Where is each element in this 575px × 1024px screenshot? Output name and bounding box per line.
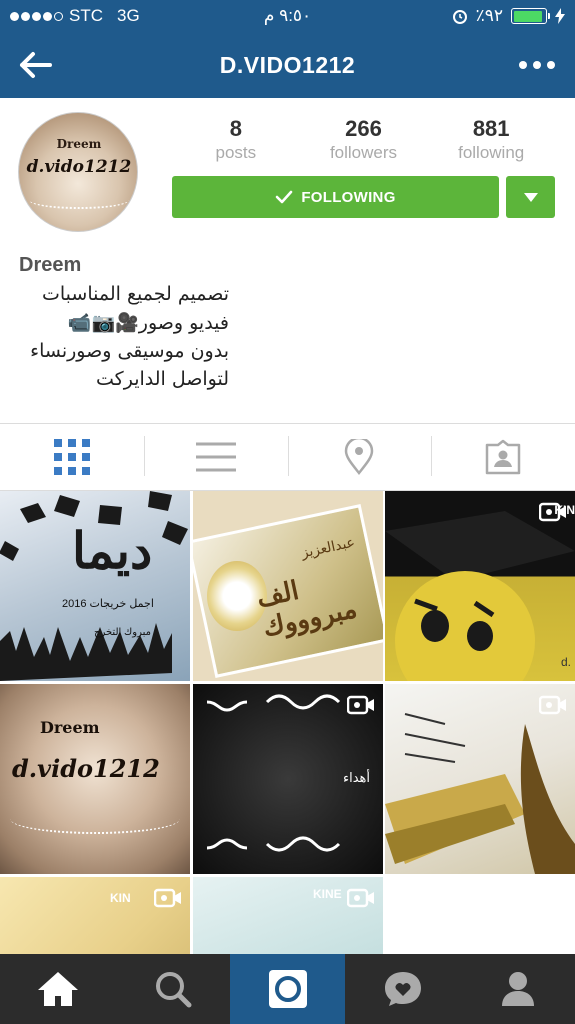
post-thumbnail[interactable]: KIN d. [385,491,575,681]
tab-location[interactable] [287,424,432,490]
activity-heart-icon [384,972,421,1006]
post-thumbnail[interactable]: الف مبروووك عبدالعزيز [193,491,383,681]
posts-grid: ديما اجمل خريجات 2016 مبروك التخرج الف م… [0,491,575,954]
nav-profile[interactable] [460,954,575,1024]
tab-grid[interactable] [0,424,144,490]
watermark-text: KIN [110,891,131,905]
following-count: 881 [472,116,510,141]
nav-search[interactable] [115,954,230,1024]
watermark-text: d. [560,655,571,669]
avatar[interactable]: Dreem d.vido1212 [18,112,138,232]
home-icon [37,972,78,1006]
post-title-text: أهداء [343,770,371,785]
post-title-text: ديما [72,521,153,580]
following-label: following [458,143,525,162]
following-button-label: FOLLOWING [301,188,396,206]
grid-icon [53,439,90,475]
post-thumbnail[interactable]: KINE [193,877,383,954]
nav-home[interactable] [0,954,115,1024]
video-camera-icon [347,695,374,715]
posts-label: posts [215,143,257,162]
video-camera-icon [347,888,374,908]
profile-stats: 8 posts 266 followers 881 following [172,116,555,166]
post-subtitle-text: اجمل خريجات 2016 [62,598,154,610]
followers-label: followers [329,143,398,162]
post-title-text: d.vido1212 [12,754,160,783]
posts-count: 8 [229,116,242,141]
bio-line: لتواصل الدايركت [96,368,229,390]
search-icon [155,972,191,1008]
status-bar: STC 3G ٩:٥٠ م ٪٩٢ [0,0,575,32]
charging-bolt-icon [555,8,565,24]
watermark-text: KIN [554,503,575,517]
suggestions-dropdown-button[interactable] [506,176,555,218]
list-icon [195,442,236,472]
nav-camera[interactable] [230,954,345,1024]
navigation-bar: D.VIDO1212 [0,32,575,98]
video-camera-icon [154,888,181,908]
avatar-handle-text: d.vido1212 [26,157,132,177]
view-tabs [0,424,575,490]
tagged-person-icon [485,439,521,475]
watermark-text: KINE [313,887,342,901]
post-thumbnail[interactable]: KIN [0,877,190,954]
nav-activity[interactable] [345,954,460,1024]
followers-count: 266 [345,116,382,141]
caret-down-icon [523,192,538,202]
posts-stat[interactable]: 8 posts [172,116,300,166]
bottom-navigation [0,954,575,1024]
tab-list[interactable] [143,424,288,490]
bio-line: فيديو وصور🎥📷📹 [67,312,229,334]
avatar-caption: Dreem [56,137,102,151]
profile-icon [501,972,534,1006]
post-subtitle-text: مبروك التخرج [94,627,152,638]
battery-percent: ٪٩٢ [475,6,503,25]
tab-tagged[interactable] [431,424,575,490]
battery-icon [511,8,550,24]
camera-icon [268,970,307,1008]
following-button[interactable]: FOLLOWING [172,176,499,218]
following-stat[interactable]: 881 following [427,116,555,166]
alarm-clock-icon [452,10,467,24]
video-camera-icon [539,695,566,715]
page-title: D.VIDO1212 [219,52,356,78]
post-thumbnail[interactable]: ديما اجمل خريجات 2016 مبروك التخرج [0,491,190,681]
bio-line: بدون موسيقى وصورنساء [30,340,229,362]
post-thumbnail[interactable]: أهداء [193,684,383,874]
profile-name: Dreem [19,254,82,276]
top-bar: STC 3G ٩:٥٠ م ٪٩٢ D.VIDO1212 [0,0,575,98]
bio-line: تصميم لجميع المناسبات [42,283,229,305]
more-dots-icon[interactable] [517,50,557,80]
profile-bio: Dreem تصميم لجميع المناسبات فيديو وصور🎥📷… [19,254,559,390]
checkmark-icon [276,190,293,204]
followers-stat[interactable]: 266 followers [300,116,428,166]
post-thumbnail[interactable]: Dreem d.vido1212 [0,684,190,874]
post-thumbnail[interactable] [385,684,575,874]
post-subtitle-text: Dreem [40,718,100,737]
location-pin-icon [345,439,374,475]
